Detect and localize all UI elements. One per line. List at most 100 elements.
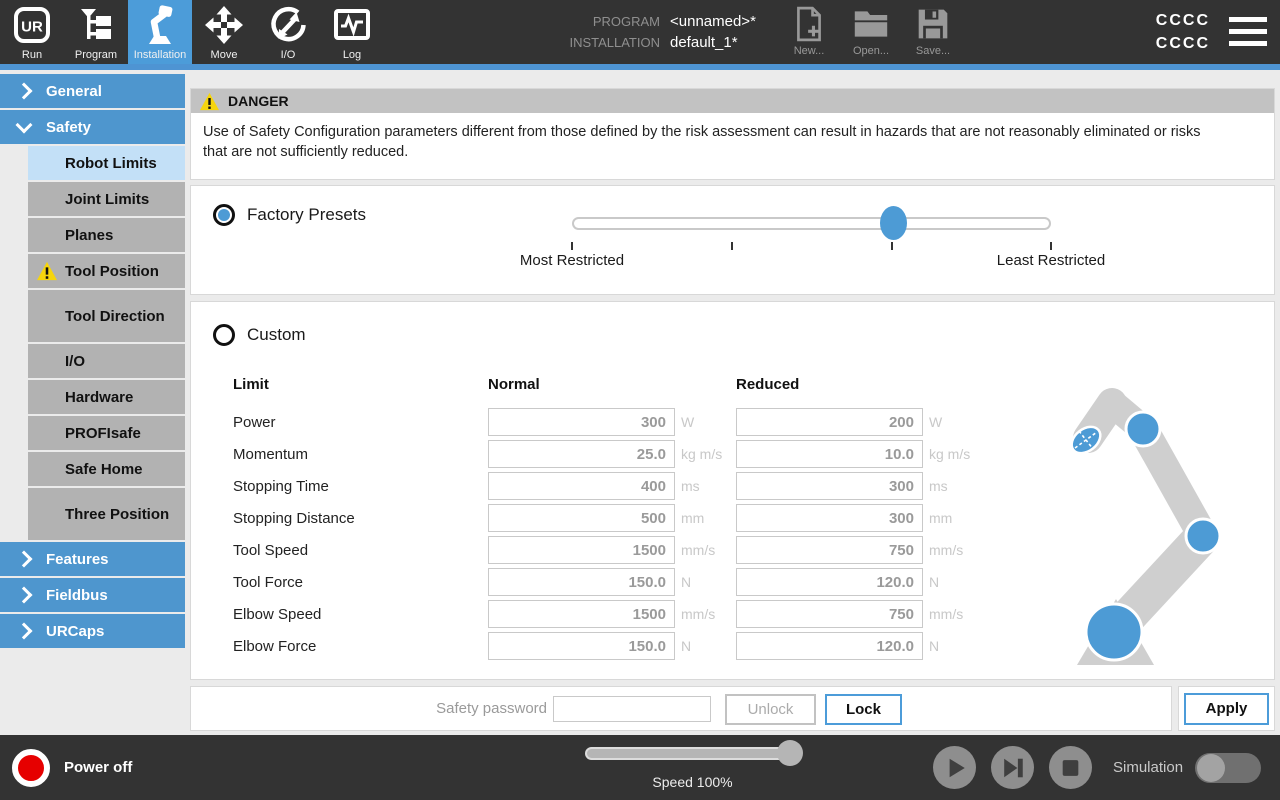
step-button[interactable] [991, 746, 1034, 789]
new-button[interactable]: New... [778, 6, 840, 57]
elbow-force-normal-input[interactable] [488, 632, 675, 660]
polyscope-app: UR Run Program Installation Mo [0, 0, 1280, 800]
radio-selected-icon [213, 204, 235, 226]
safety-password-input[interactable] [553, 696, 711, 722]
stopping-distance-reduced-input[interactable] [736, 504, 923, 532]
chevron-right-icon [16, 551, 33, 568]
stopping-time-normal-input[interactable] [488, 472, 675, 500]
custom-radio[interactable]: Custom [213, 324, 306, 346]
sidebar-item-io[interactable]: I/O [28, 344, 185, 378]
chevron-right-icon [16, 83, 33, 100]
restriction-slider-thumb[interactable] [880, 206, 907, 240]
power-normal-input[interactable] [488, 408, 675, 436]
danger-panel: DANGER Use of Safety Configuration param… [190, 88, 1275, 180]
most-restricted-label: Most Restricted [492, 252, 652, 269]
simulation-label: Simulation [1113, 759, 1183, 776]
sidebar-section-features[interactable]: Features [0, 542, 185, 576]
save-floppy-icon [916, 6, 950, 42]
robot-arm-icon [140, 0, 180, 49]
lock-button[interactable]: Lock [825, 694, 902, 725]
row-label: Elbow Force [233, 638, 488, 655]
sidebar-item-safe-home[interactable]: Safe Home [28, 452, 185, 486]
row-label: Tool Speed [233, 542, 488, 559]
play-button[interactable] [933, 746, 976, 789]
safety-password-label: Safety password [191, 700, 547, 717]
tool-force-reduced-input[interactable] [736, 568, 923, 596]
sidebar-section-general[interactable]: General [0, 74, 185, 108]
momentum-normal-input[interactable] [488, 440, 675, 468]
tool-speed-reduced-input[interactable] [736, 536, 923, 564]
file-actions: New... Open... Save... [778, 6, 964, 57]
tab-io[interactable]: I/O [256, 0, 320, 64]
stopping-time-reduced-input[interactable] [736, 472, 923, 500]
sidebar-item-joint-limits[interactable]: Joint Limits [28, 182, 185, 216]
io-icon [268, 0, 308, 49]
sidebar-item-three-position[interactable]: Three Position [28, 488, 185, 540]
unit-label: mm/s [675, 542, 736, 558]
tool-speed-normal-input[interactable] [488, 536, 675, 564]
sidebar-item-tool-position[interactable]: Tool Position [28, 254, 185, 288]
unit-label: ms [923, 478, 1013, 494]
danger-message: Use of Safety Configuration parameters d… [191, 113, 1215, 171]
installation-label: INSTALLATION [520, 32, 660, 53]
column-header-normal: Normal [488, 372, 675, 393]
sidebar: General Safety Robot Limits Joint Limits… [0, 70, 190, 735]
tool-force-normal-input[interactable] [488, 568, 675, 596]
elbow-speed-reduced-input[interactable] [736, 600, 923, 628]
unit-label: W [923, 414, 1013, 430]
row-label: Stopping Distance [233, 510, 488, 527]
program-name: <unnamed>* [670, 11, 756, 32]
hamburger-menu-icon[interactable] [1229, 17, 1267, 46]
unlock-button[interactable]: Unlock [725, 694, 816, 725]
least-restricted-label: Least Restricted [971, 252, 1131, 269]
program-tree-icon [78, 0, 114, 49]
unit-label: mm [923, 510, 1013, 526]
stopping-distance-normal-input[interactable] [488, 504, 675, 532]
tab-program[interactable]: Program [64, 0, 128, 64]
sidebar-section-safety[interactable]: Safety [0, 110, 185, 144]
ur-logo-icon: UR [13, 0, 51, 49]
unit-label: kg m/s [923, 446, 1013, 462]
play-icon [933, 746, 976, 790]
power-reduced-input[interactable] [736, 408, 923, 436]
new-file-icon [794, 6, 824, 42]
sidebar-item-tool-direction[interactable]: Tool Direction [28, 290, 185, 342]
speed-slider[interactable] [585, 747, 800, 760]
unit-label: mm/s [675, 606, 736, 622]
tab-run[interactable]: UR Run [0, 0, 64, 64]
sidebar-item-robot-limits[interactable]: Robot Limits [28, 146, 185, 180]
sidebar-item-planes[interactable]: Planes [28, 218, 185, 252]
tab-move[interactable]: Move [192, 0, 256, 64]
footer-bar: Power off Speed 100% Simulation [0, 735, 1280, 800]
momentum-reduced-input[interactable] [736, 440, 923, 468]
elbow-speed-normal-input[interactable] [488, 600, 675, 628]
sidebar-item-profisafe[interactable]: PROFIsafe [28, 416, 185, 450]
program-info: PROGRAM <unnamed>* INSTALLATION default_… [520, 11, 756, 53]
apply-button[interactable]: Apply [1184, 693, 1269, 725]
slider-tick [571, 242, 573, 250]
restriction-slider-track[interactable] [572, 217, 1051, 230]
stop-button[interactable] [1049, 746, 1092, 789]
open-button[interactable]: Open... [840, 6, 902, 57]
row-label: Momentum [233, 446, 488, 463]
sidebar-section-urcaps[interactable]: URCaps [0, 614, 185, 648]
save-button[interactable]: Save... [902, 6, 964, 57]
speed-slider-thumb[interactable] [777, 740, 803, 766]
row-label: Power [233, 414, 488, 431]
row-label: Stopping Time [233, 478, 488, 495]
tab-installation[interactable]: Installation [128, 0, 192, 64]
factory-presets-radio[interactable]: Factory Presets [213, 204, 366, 226]
log-chart-icon [332, 0, 372, 49]
power-status-button[interactable]: Power off [12, 735, 132, 800]
safety-subitems: Robot Limits Joint Limits Planes Tool Po… [28, 146, 185, 540]
tab-log[interactable]: Log [320, 0, 384, 64]
unit-label: ms [675, 478, 736, 494]
main-tabs: UR Run Program Installation Mo [0, 0, 384, 64]
installation-name: default_1* [670, 32, 738, 53]
unit-label: N [923, 574, 1013, 590]
elbow-force-reduced-input[interactable] [736, 632, 923, 660]
sidebar-item-hardware[interactable]: Hardware [28, 380, 185, 414]
apply-panel: Apply [1178, 686, 1275, 731]
sidebar-section-fieldbus[interactable]: Fieldbus [0, 578, 185, 612]
simulation-toggle[interactable] [1195, 753, 1261, 783]
